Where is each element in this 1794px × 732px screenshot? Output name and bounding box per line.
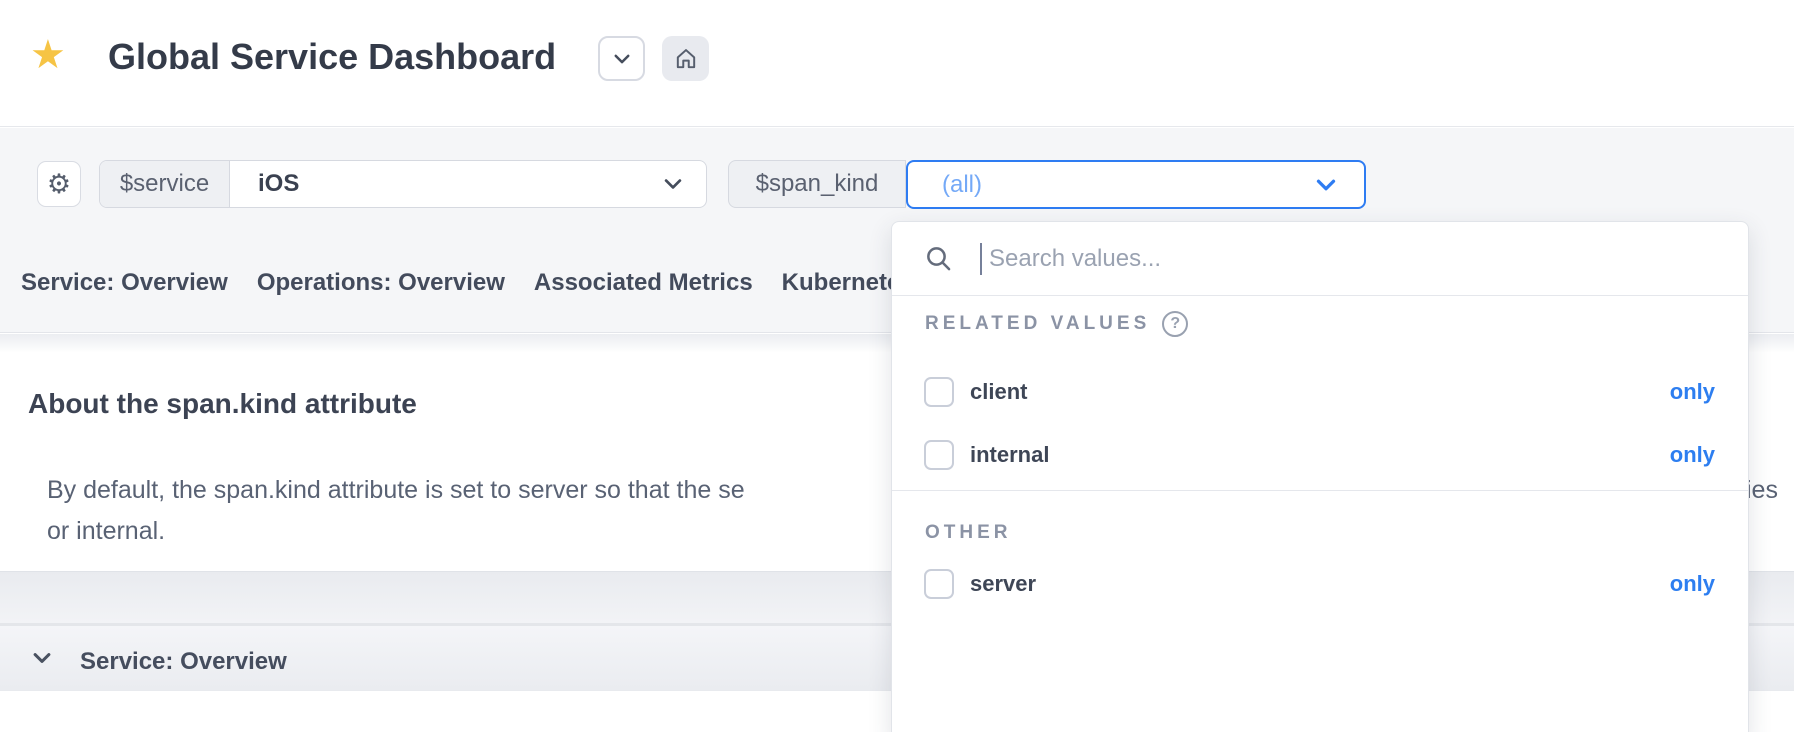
span-kind-variable-select[interactable]: (all) [906,160,1366,209]
chevron-down-icon [612,49,632,69]
favorite-star-icon[interactable]: ★ [30,33,66,77]
value-dropdown-panel: Search values... RELATED VALUES ? client… [891,221,1749,732]
value-label: client [970,379,1028,404]
chevron-down-icon [662,173,684,195]
search-icon [925,245,953,273]
related-values-label: RELATED VALUES [925,313,1151,334]
note-body-line1-tail: ies [1746,476,1778,504]
tab-associated-metrics[interactable]: Associated Metrics [534,266,753,300]
note-heading: About the span.kind attribute [28,388,417,419]
note-body-line2: or internal. [47,517,166,545]
service-variable-value: iOS [258,170,300,197]
chevron-down-icon [1314,173,1338,197]
other-label: OTHER [925,522,1012,543]
checkbox-internal[interactable] [924,440,954,470]
search-placeholder: Search values... [989,244,1162,272]
page-title: Global Service Dashboard [108,36,557,77]
only-link-internal[interactable]: only [1670,442,1715,468]
home-icon [674,47,698,71]
related-values-header: RELATED VALUES ? [925,311,1189,337]
other-header: OTHER [925,522,1012,544]
note-body-line1: By default, the span.kind attribute is s… [47,476,745,504]
dashboard-menu-button[interactable] [598,36,645,81]
service-variable-control: $service iOS [99,160,707,208]
service-variable-label: $service [100,161,230,207]
panel-divider [892,295,1748,296]
value-row-server[interactable]: server only [924,564,1715,604]
checkbox-client[interactable] [924,377,954,407]
collapse-chevron-icon[interactable] [31,647,53,669]
checkbox-server[interactable] [924,569,954,599]
value-row-client[interactable]: client only [924,372,1715,412]
only-link-server[interactable]: only [1670,571,1715,597]
template-variables-settings-button[interactable]: ⚙ [37,161,81,207]
home-button[interactable] [662,36,709,81]
value-label: server [970,571,1037,596]
panel-divider [892,490,1748,491]
collapsed-section-title[interactable]: Service: Overview [80,645,287,679]
help-icon[interactable]: ? [1162,311,1189,337]
dashboard-tabs: Service: Overview Operations: Overview A… [21,266,914,300]
gear-icon: ⚙ [46,168,72,199]
span-kind-variable-label: $span_kind [728,160,906,208]
span-kind-variable-value: (all) [942,170,982,198]
service-variable-select[interactable]: iOS [230,161,706,207]
value-label: internal [970,442,1050,467]
tab-service-overview[interactable]: Service: Overview [21,266,228,300]
search-input[interactable]: Search values... [892,222,1748,295]
text-caret [980,242,982,275]
tab-operations-overview[interactable]: Operations: Overview [257,266,505,300]
only-link-client[interactable]: only [1670,379,1715,405]
value-row-internal[interactable]: internal only [924,435,1715,475]
